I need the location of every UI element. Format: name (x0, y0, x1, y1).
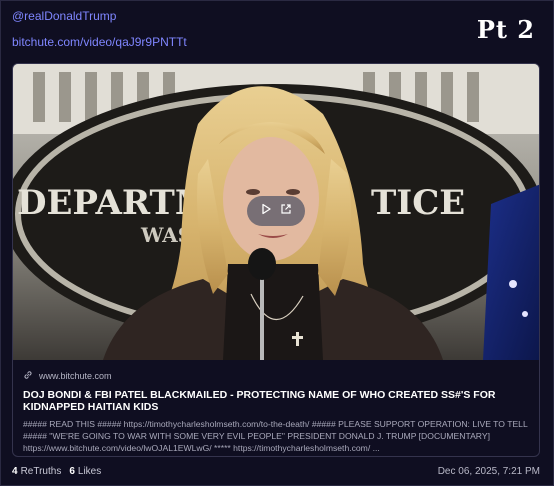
video-player-controls[interactable] (247, 196, 305, 226)
play-icon[interactable] (260, 202, 272, 220)
link-preview-card[interactable]: DEPARTMENT TICE WAS www.bitchute.com DOJ… (12, 63, 540, 457)
mention-link[interactable]: @realDonaldTrump (12, 9, 116, 23)
card-description: ##### READ THIS ##### https://timothycha… (23, 419, 528, 453)
seal-text-justice: TICE (371, 183, 465, 223)
likes-stat[interactable]: 6 Likes (69, 466, 101, 477)
turtleneck (223, 264, 323, 360)
retruths-label: ReTruths (20, 466, 62, 477)
link-icon (23, 370, 33, 382)
card-meta: www.bitchute.com DOJ BONDI & FBI PATEL B… (13, 360, 539, 456)
card-title[interactable]: DOJ BONDI & FBI PATEL BLACKMAILED - PROT… (23, 389, 531, 413)
retruths-count: 4 (12, 466, 18, 477)
part-badge: Pt 2 (476, 15, 535, 44)
post-timestamp[interactable]: Dec 06, 2025, 7:21 PM (438, 466, 540, 477)
likes-label: Likes (77, 466, 102, 477)
flag (483, 184, 539, 360)
retruths-stat[interactable]: 4 ReTruths (12, 466, 61, 477)
likes-count: 6 (69, 466, 75, 477)
truth-post: @realDonaldTrump bitchute.com/video/qaJ9… (0, 0, 554, 486)
microphone (248, 248, 276, 280)
video-link[interactable]: bitchute.com/video/qaJ9r9PNTTt (12, 35, 187, 49)
external-link-icon[interactable] (280, 202, 292, 220)
microphone-stand (260, 269, 264, 360)
card-domain-row: www.bitchute.com (23, 370, 531, 382)
card-domain: www.bitchute.com (39, 371, 112, 381)
post-footer: 4 ReTruths 6 Likes Dec 06, 2025, 7:21 PM (12, 466, 540, 477)
